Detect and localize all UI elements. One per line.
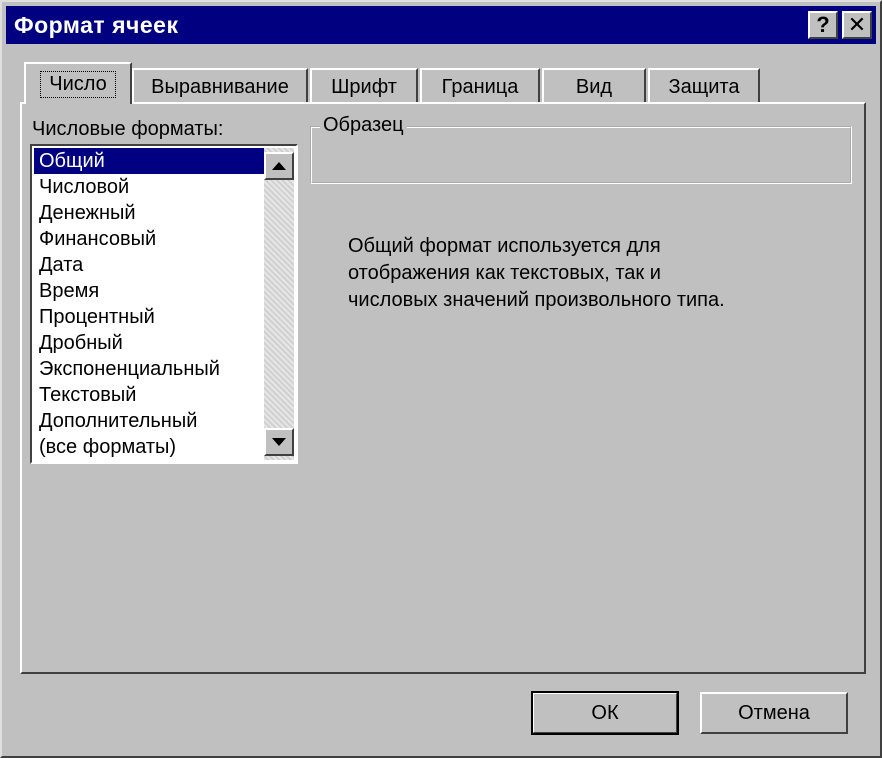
cancel-button[interactable]: Отмена xyxy=(700,692,848,734)
close-button[interactable]: ✕ xyxy=(842,11,872,39)
tab-font-label: Шрифт xyxy=(331,75,397,98)
scroll-up-button[interactable] xyxy=(264,152,294,180)
list-item[interactable]: Экспоненциальный xyxy=(34,356,264,382)
tab-number[interactable]: Число xyxy=(24,62,132,104)
sample-label: Образец xyxy=(320,114,407,137)
list-item[interactable]: Дата xyxy=(34,252,264,278)
format-description: Общий формат используется для отображени… xyxy=(348,233,818,314)
list-item[interactable]: Время xyxy=(34,278,264,304)
ok-button[interactable]: ОК xyxy=(531,691,679,735)
number-formats-list: Общий Числовой Денежный Финансовый Дата … xyxy=(34,148,264,460)
title-bar[interactable]: Формат ячеек ? ✕ xyxy=(6,6,876,44)
list-item[interactable]: Текстовый xyxy=(34,382,264,408)
ok-button-label: ОК xyxy=(591,701,619,724)
arrow-down-icon xyxy=(272,438,286,446)
tab-number-label: Число xyxy=(40,70,116,98)
list-item[interactable]: Числовой xyxy=(34,174,264,200)
tab-font[interactable]: Шрифт xyxy=(310,68,418,104)
list-item[interactable]: Денежный xyxy=(34,200,264,226)
description-line: Общий формат используется для xyxy=(348,235,661,257)
tab-protection-label: Защита xyxy=(668,75,740,98)
description-line: отображения как текстовых, так и xyxy=(348,262,661,284)
dialog-title: Формат ячеек xyxy=(14,12,179,38)
tab-border-label: Граница xyxy=(441,75,519,98)
list-item[interactable]: Финансовый xyxy=(34,226,264,252)
list-item[interactable]: Общий xyxy=(34,148,264,174)
arrow-up-icon xyxy=(272,162,286,170)
help-button[interactable]: ? xyxy=(808,11,838,39)
sample-preview xyxy=(314,136,848,182)
tab-alignment-label: Выравнивание xyxy=(151,75,289,98)
list-item[interactable]: (все форматы) xyxy=(34,434,264,460)
number-formats-label: Числовые форматы: xyxy=(32,118,224,140)
tab-view-label: Вид xyxy=(575,75,613,98)
cancel-button-label: Отмена xyxy=(738,701,810,724)
tab-alignment[interactable]: Выравнивание xyxy=(132,68,308,104)
tab-view[interactable]: Вид xyxy=(542,68,646,104)
description-line: числовых значений произвольного типа. xyxy=(348,289,725,311)
tab-border[interactable]: Граница xyxy=(420,68,540,104)
list-item[interactable]: Дополнительный xyxy=(34,408,264,434)
format-cells-dialog: Формат ячеек ? ✕ Число Выравнивание Шриф… xyxy=(0,0,882,758)
scroll-down-button[interactable] xyxy=(264,428,294,456)
help-icon: ? xyxy=(816,12,830,37)
list-item[interactable]: Дробный xyxy=(34,330,264,356)
number-formats-listbox[interactable]: Общий Числовой Денежный Финансовый Дата … xyxy=(30,144,298,464)
list-item[interactable]: Процентный xyxy=(34,304,264,330)
close-icon: ✕ xyxy=(847,12,867,37)
list-scrollbar[interactable] xyxy=(264,148,294,460)
tab-protection[interactable]: Защита xyxy=(648,68,760,104)
